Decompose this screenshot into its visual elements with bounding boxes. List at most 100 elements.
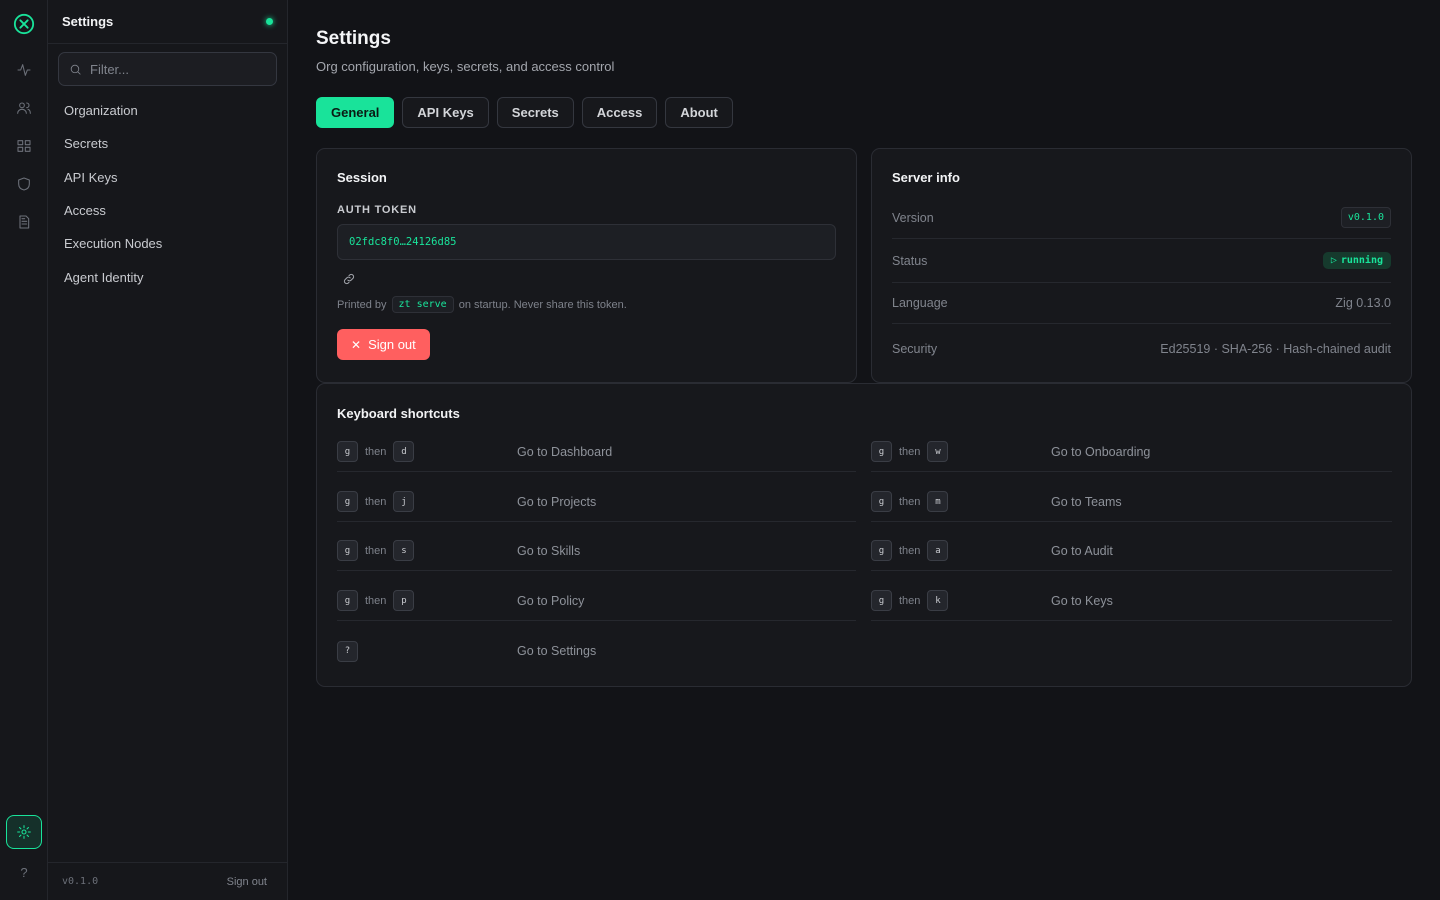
- key-cap: g: [871, 441, 892, 462]
- auth-token-field[interactable]: 02fdc8f0…24126d85: [337, 224, 836, 260]
- sidebar-item-execution-nodes[interactable]: Execution Nodes: [64, 227, 162, 260]
- session-title: Session: [337, 170, 387, 185]
- sidebar-footer: v0.1.0 Sign out: [48, 862, 287, 900]
- shortcut-label: Go to Keys: [1051, 593, 1113, 608]
- shortcut-label: Go to Policy: [517, 593, 585, 608]
- key-cap: g: [337, 491, 358, 512]
- status-badge: ▷ running: [1322, 252, 1391, 269]
- key-cap: p: [393, 590, 415, 611]
- info-key: Status: [892, 253, 928, 268]
- settings-tabs: General API Keys Secrets Access About: [316, 97, 733, 128]
- sidebar-item-access[interactable]: Access: [64, 194, 162, 227]
- shortcut-label: Go to Projects: [517, 494, 597, 509]
- grid-icon[interactable]: [12, 134, 36, 158]
- sign-out-button[interactable]: ✕ Sign out: [337, 329, 430, 360]
- sidebar-title: Settings: [62, 14, 114, 29]
- shortcuts-title: Keyboard shortcuts: [337, 406, 460, 421]
- shortcut-row: g then d Go to Dashboard: [337, 432, 856, 472]
- key-cap: m: [927, 491, 949, 512]
- info-key: Language: [892, 296, 948, 310]
- then-label: then: [899, 544, 921, 557]
- info-row-status: Status ▷ running: [892, 239, 1391, 283]
- tab-general[interactable]: General: [316, 97, 395, 128]
- sidebar-nav: Organization Secrets API Keys Access Exe…: [64, 94, 162, 294]
- shortcut-label: Go to Dashboard: [517, 444, 613, 459]
- shortcut-label: Go to Skills: [517, 543, 581, 558]
- shield-icon[interactable]: [12, 172, 36, 196]
- status-dot: [266, 18, 273, 25]
- gear-icon[interactable]: [6, 815, 42, 849]
- key-cap: g: [871, 540, 892, 561]
- session-card: Session AUTH TOKEN 02fdc8f0…24126d85 Pri…: [316, 148, 857, 383]
- key-cap: j: [393, 491, 415, 512]
- shortcut-row: g then p Go to Policy: [337, 581, 856, 621]
- sign-out-label: Sign out: [368, 337, 416, 352]
- key-cap: g: [337, 540, 358, 561]
- sidebar-header: Settings: [48, 0, 287, 44]
- key-cap: ?: [337, 640, 358, 662]
- key-cap: g: [871, 590, 892, 611]
- help-icon[interactable]: ?: [12, 860, 36, 884]
- sidebar-item-agent-identity[interactable]: Agent Identity: [64, 260, 162, 293]
- version-badge: v0.1.0: [1340, 207, 1391, 228]
- shortcut-row: ? Go to Settings: [337, 631, 856, 671]
- tab-about[interactable]: About: [665, 97, 733, 128]
- key-cap: g: [337, 441, 358, 462]
- icon-rail: ?: [0, 0, 48, 900]
- then-label: then: [365, 495, 387, 508]
- users-icon[interactable]: [12, 96, 36, 120]
- key-cap: w: [927, 441, 949, 462]
- hint-suffix: on startup. Never share this token.: [458, 298, 627, 311]
- tab-secrets[interactable]: Secrets: [496, 97, 574, 128]
- play-icon: ▷: [1330, 255, 1337, 266]
- filter-field[interactable]: [58, 52, 277, 86]
- shortcut-label: Go to Teams: [1051, 494, 1122, 509]
- settings-sidebar: Settings Organization Secrets API Keys A…: [48, 0, 288, 900]
- close-icon: ✕: [351, 337, 362, 352]
- key-cap: k: [927, 590, 949, 611]
- page-title: Settings: [316, 28, 391, 49]
- then-label: then: [899, 495, 921, 508]
- tab-api-keys[interactable]: API Keys: [402, 97, 489, 128]
- shortcut-row: g then m Go to Teams: [871, 482, 1392, 522]
- shortcut-label: Go to Onboarding: [1051, 444, 1151, 459]
- info-row-security: Security Ed25519 · SHA-256 · Hash-chaine…: [892, 324, 1391, 373]
- shortcut-row: g then k Go to Keys: [871, 581, 1392, 621]
- key-cap: s: [393, 540, 415, 561]
- page-subtitle: Org configuration, keys, secrets, and ac…: [316, 59, 615, 74]
- logo-icon[interactable]: [12, 12, 36, 36]
- info-value: Zig 0.13.0: [1335, 296, 1391, 310]
- info-key: Security: [892, 341, 938, 356]
- shortcut-label: Go to Settings: [517, 644, 597, 658]
- then-label: then: [899, 594, 921, 607]
- shortcut-row: g then w Go to Onboarding: [871, 432, 1392, 472]
- tab-access[interactable]: Access: [581, 97, 658, 128]
- hint-prefix: Printed by: [337, 298, 387, 311]
- search-icon: [70, 64, 81, 75]
- shortcut-row: g then j Go to Projects: [337, 482, 856, 522]
- token-hint: Printed by zt serve on startup. Never sh…: [337, 296, 627, 313]
- version-label: v0.1.0: [62, 876, 99, 887]
- info-row-language: Language Zig 0.13.0: [892, 283, 1391, 324]
- info-key: Version: [892, 210, 934, 225]
- then-label: then: [899, 445, 921, 458]
- document-icon[interactable]: [12, 210, 36, 234]
- auth-token-value: 02fdc8f0…24126d85: [349, 236, 457, 248]
- link-icon[interactable]: [342, 272, 356, 286]
- sidebar-item-secrets[interactable]: Secrets: [64, 127, 162, 160]
- sidebar-item-api-keys[interactable]: API Keys: [64, 161, 162, 194]
- filter-input[interactable]: [90, 61, 260, 77]
- shortcut-row: g then s Go to Skills: [337, 531, 856, 571]
- then-label: then: [365, 445, 387, 458]
- then-label: then: [365, 544, 387, 557]
- then-label: then: [365, 594, 387, 607]
- server-info-title: Server info: [892, 170, 960, 185]
- key-cap: g: [871, 491, 892, 512]
- activity-icon[interactable]: [12, 58, 36, 82]
- hint-command: zt serve: [391, 296, 454, 313]
- sidebar-item-organization[interactable]: Organization: [64, 94, 162, 127]
- sidebar-sign-out-link[interactable]: Sign out: [227, 876, 267, 888]
- key-cap: a: [927, 540, 949, 561]
- info-value: Ed25519 · SHA-256 · Hash-chained audit: [1160, 341, 1391, 356]
- server-info-card: Server info Version v0.1.0 Status ▷ runn…: [871, 148, 1412, 383]
